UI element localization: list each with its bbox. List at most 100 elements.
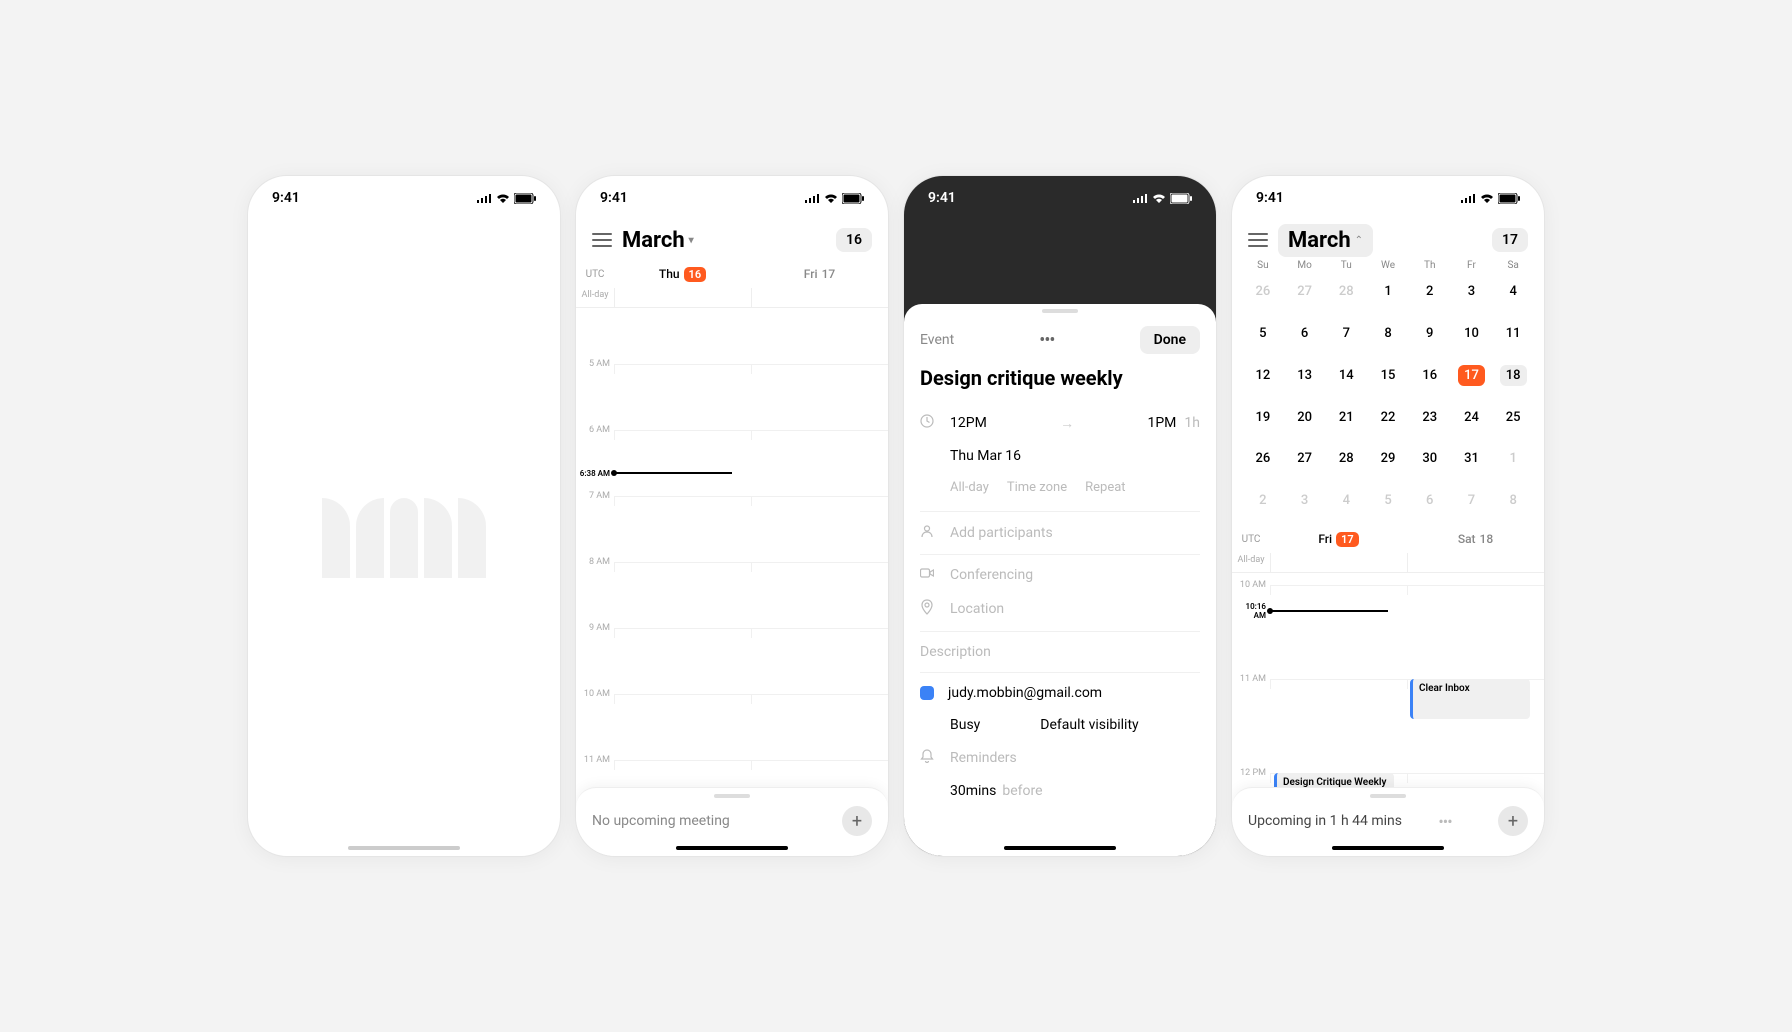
timeline[interactable]: 5 AM6 AM7 AM8 AM9 AM10 AM11 AM6:38 AM [576, 308, 888, 856]
calendar-day[interactable]: 30 [1409, 438, 1451, 480]
visibility-status[interactable]: Default visibility [1040, 717, 1138, 733]
app-logo [320, 488, 488, 588]
day-number-badge: 16 [684, 267, 707, 282]
calendar-day[interactable]: 5 [1367, 480, 1409, 522]
calendar-day[interactable]: 2 [1242, 480, 1284, 522]
sheet-type-label: Event [920, 332, 954, 348]
status-time: 9:41 [272, 190, 300, 206]
day-number: 17 [822, 267, 836, 281]
calendar-day[interactable]: 11 [1492, 313, 1534, 355]
calendar-day[interactable]: 2 [1409, 271, 1451, 313]
timezone-option[interactable]: Time zone [1007, 480, 1067, 495]
calendar-day[interactable]: 5 [1242, 313, 1284, 355]
calendar-day[interactable]: 24 [1451, 396, 1493, 438]
add-button[interactable]: + [1498, 806, 1528, 836]
weekday-label: We [1367, 260, 1409, 271]
menu-icon[interactable] [592, 233, 612, 247]
calendar-day[interactable]: 15 [1367, 354, 1409, 396]
menu-icon[interactable] [1248, 233, 1268, 247]
calendar-day[interactable]: 17 [1451, 354, 1493, 396]
day-column-sat[interactable]: Sat 18 [1407, 525, 1544, 553]
calendar-day[interactable]: 28 [1325, 438, 1367, 480]
calendar-day[interactable]: 14 [1325, 354, 1367, 396]
home-indicator[interactable] [1004, 846, 1116, 850]
more-icon[interactable]: ••• [1039, 330, 1054, 351]
calendar-day[interactable]: 6 [1284, 313, 1326, 355]
calendar-day[interactable]: 3 [1284, 480, 1326, 522]
calendar-day[interactable]: 26 [1242, 271, 1284, 313]
calendar-day[interactable]: 20 [1284, 396, 1326, 438]
reminders-row[interactable]: Reminders [920, 741, 1200, 775]
calendar-day[interactable]: 27 [1284, 438, 1326, 480]
status-icons [476, 193, 536, 204]
calendar-day[interactable]: 27 [1284, 271, 1326, 313]
month-selector[interactable]: March ⌃ [1278, 224, 1373, 257]
calendar-day[interactable]: 22 [1367, 396, 1409, 438]
day-column-fri[interactable]: Fri 17 [1270, 525, 1407, 553]
description-label: Description [920, 644, 991, 660]
calendar-day[interactable]: 1 [1492, 438, 1534, 480]
calendar-day[interactable]: 8 [1367, 313, 1409, 355]
calendar-day[interactable]: 23 [1409, 396, 1451, 438]
status-time: 9:41 [928, 190, 956, 206]
today-chip[interactable]: 17 [1492, 228, 1528, 252]
conferencing-row[interactable]: Conferencing [920, 559, 1200, 591]
participants-row[interactable]: Add participants [920, 516, 1200, 550]
more-icon[interactable]: ••• [1438, 812, 1451, 831]
calendar-day[interactable]: 31 [1451, 438, 1493, 480]
reminder-time-row[interactable]: 30mins before [920, 775, 1200, 807]
time-row[interactable]: 12PM → 1PM 1h [920, 406, 1200, 440]
calendar-day[interactable]: 8 [1492, 480, 1534, 522]
calendar-day[interactable]: 7 [1451, 480, 1493, 522]
home-indicator[interactable] [676, 846, 788, 850]
wifi-icon [1152, 193, 1166, 203]
location-label: Location [950, 601, 1004, 617]
calendar-day[interactable]: 16 [1409, 354, 1451, 396]
calendar-day[interactable]: 18 [1492, 354, 1534, 396]
end-time[interactable]: 1PM [1147, 415, 1176, 431]
drag-handle-icon[interactable] [1370, 794, 1406, 798]
calendar-day[interactable]: 19 [1242, 396, 1284, 438]
busy-status[interactable]: Busy [950, 717, 980, 733]
drag-handle-icon[interactable] [714, 794, 750, 798]
calendar-day[interactable]: 4 [1492, 271, 1534, 313]
day-column-fri[interactable]: Fri 17 [751, 260, 888, 288]
home-indicator[interactable] [348, 846, 460, 850]
event-block[interactable]: Clear Inbox [1410, 679, 1530, 719]
description-row[interactable]: Description [920, 636, 1200, 668]
event-title-input[interactable]: Design critique weekly [920, 366, 1200, 390]
add-button[interactable]: + [842, 806, 872, 836]
calendar-day[interactable]: 29 [1367, 438, 1409, 480]
calendar-day[interactable]: 3 [1451, 271, 1493, 313]
calendar-day[interactable]: 4 [1325, 480, 1367, 522]
today-chip[interactable]: 16 [836, 228, 872, 252]
date-row[interactable]: Thu Mar 16 [920, 440, 1200, 472]
calendar-day[interactable]: 21 [1325, 396, 1367, 438]
calendar-day[interactable]: 28 [1325, 271, 1367, 313]
hour-label: 12 PM [1232, 768, 1270, 778]
day-column-thu[interactable]: Thu 16 [614, 260, 751, 288]
calendar-day[interactable]: 12 [1242, 354, 1284, 396]
calendar-day[interactable]: 25 [1492, 396, 1534, 438]
calendar-day[interactable]: 6 [1409, 480, 1451, 522]
header: March ⌃ 17 [1232, 220, 1544, 260]
hour-row: 10 AM [576, 694, 888, 704]
calendar-day[interactable]: 26 [1242, 438, 1284, 480]
calendar-row[interactable]: judy.mobbin@gmail.com [920, 677, 1200, 709]
calendar-day[interactable]: 7 [1325, 313, 1367, 355]
hour-row: 10 AM [1232, 585, 1544, 595]
drag-handle-icon[interactable] [1042, 309, 1078, 313]
start-time[interactable]: 12PM [950, 415, 987, 431]
home-indicator[interactable] [1332, 846, 1444, 850]
location-row[interactable]: Location [920, 591, 1200, 627]
location-icon [920, 599, 936, 619]
month-selector[interactable]: March ▾ [622, 228, 694, 253]
done-button[interactable]: Done [1140, 326, 1200, 354]
repeat-option[interactable]: Repeat [1085, 480, 1125, 495]
calendar-day[interactable]: 9 [1409, 313, 1451, 355]
calendar-day[interactable]: 1 [1367, 271, 1409, 313]
allday-option[interactable]: All-day [950, 480, 989, 495]
calendar-day[interactable]: 13 [1284, 354, 1326, 396]
calendar-day[interactable]: 10 [1451, 313, 1493, 355]
screen-month-view: 9:41 March ⌃ 17 SuMoTuWeThFrSa 262728123… [1231, 175, 1545, 857]
